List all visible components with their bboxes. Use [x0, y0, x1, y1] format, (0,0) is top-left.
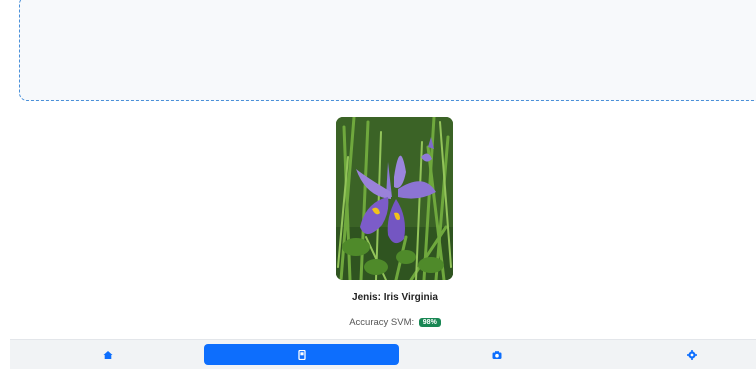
nav-home[interactable]	[10, 344, 205, 365]
result-title: Jenis: Iris Virginia	[352, 292, 438, 303]
upload-dropzone[interactable]	[19, 0, 756, 101]
preview-image	[336, 117, 453, 280]
nav-settings[interactable]	[594, 344, 756, 365]
accuracy-badge: 98%	[418, 318, 441, 327]
home-icon	[103, 350, 112, 359]
nav-camera[interactable]	[399, 344, 594, 365]
phone-icon	[297, 349, 306, 360]
bottom-nav	[10, 339, 756, 369]
nav-phone[interactable]	[204, 344, 399, 365]
page: Jenis: Iris Virginia Accuracy SVM: 98%	[0, 0, 756, 369]
accuracy-label: Accuracy SVM:	[349, 317, 415, 328]
gear-icon	[686, 349, 697, 360]
camera-icon	[492, 350, 501, 359]
accuracy-row: Accuracy SVM: 98%	[0, 317, 756, 328]
